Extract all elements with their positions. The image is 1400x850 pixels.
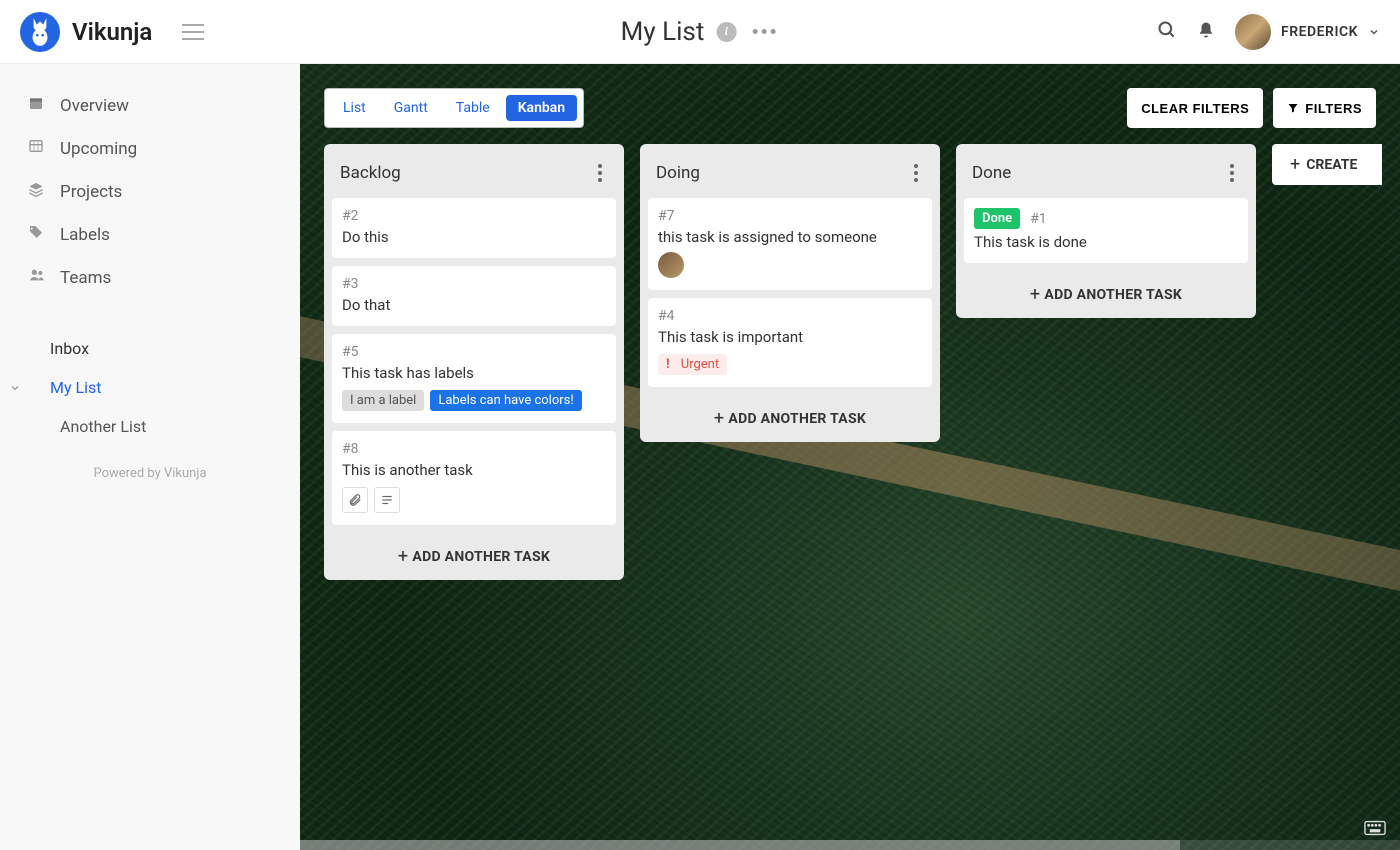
task-label: Labels can have colors! [430,390,581,411]
search-icon[interactable] [1157,20,1177,44]
task-label: I am a label [342,390,424,411]
tab-list[interactable]: List [331,95,378,121]
task-card[interactable]: #3 Do that [332,266,616,326]
more-options-icon[interactable] [748,25,779,38]
sidebar: Overview Upcoming Projects Labels Teams … [0,64,300,850]
sidebar-item-label: Teams [60,268,111,288]
calendar-icon [28,95,46,116]
sidebar-item-label: Labels [60,225,110,245]
sidebar-item-label: My List [30,378,102,397]
task-card[interactable]: #2 Do this [332,198,616,258]
task-id: #4 [658,308,922,324]
task-title: This task has labels [342,364,606,382]
task-id: #3 [342,276,606,292]
layers-icon [28,181,46,202]
sidebar-list-another[interactable]: Another List [0,407,300,446]
task-title: This is another task [342,461,606,479]
logo[interactable]: Vikunja [20,12,152,52]
task-id: #1 [1030,211,1047,227]
task-id: #2 [342,208,606,224]
task-card[interactable]: #7 this task is assigned to someone [648,198,932,290]
tags-icon [28,224,46,245]
sidebar-list-inbox[interactable]: Inbox [0,329,300,368]
column-backlog: Backlog #2 Do this #3 Do that #5 This ta… [324,144,624,580]
bell-icon[interactable] [1197,20,1215,44]
column-title[interactable]: Backlog [340,163,401,183]
attachment-icon [342,487,368,513]
task-title: this task is assigned to someone [658,228,922,246]
create-bucket-button[interactable]: + CREATE [1272,144,1382,185]
horizontal-scrollbar[interactable] [300,840,1400,850]
task-title: This task is done [974,233,1238,251]
sidebar-item-label: Inbox [0,339,89,358]
app-name: Vikunja [72,18,152,46]
tab-kanban[interactable]: Kanban [506,95,577,121]
task-id: #5 [342,344,606,360]
done-badge: Done [974,208,1020,229]
add-task-button[interactable]: +ADD ANOTHER TASK [648,395,932,434]
powered-by-text: Powered by Vikunja [0,466,300,481]
sidebar-item-labels[interactable]: Labels [0,213,300,256]
sidebar-item-label: Overview [60,96,129,116]
menu-toggle-icon[interactable] [182,24,204,40]
task-title: This task is important [658,328,922,346]
add-task-button[interactable]: +ADD ANOTHER TASK [964,271,1248,310]
sidebar-item-teams[interactable]: Teams [0,256,300,299]
username: FREDERICK [1281,24,1358,40]
sidebar-item-label: Projects [60,182,122,202]
column-menu-icon[interactable] [1224,162,1240,184]
app-header: Vikunja My List i FREDERICK [0,0,1400,64]
kanban-columns: Backlog #2 Do this #3 Do that #5 This ta… [324,144,1376,580]
sidebar-item-upcoming[interactable]: Upcoming [0,127,300,170]
sidebar-item-projects[interactable]: Projects [0,170,300,213]
priority-badge: ! Urgent [658,354,727,375]
sidebar-item-overview[interactable]: Overview [0,84,300,127]
task-card[interactable]: Done #1 This task is done [964,198,1248,263]
column-menu-icon[interactable] [908,162,924,184]
info-icon[interactable]: i [716,22,736,42]
users-icon [28,267,46,288]
sidebar-list-mylist[interactable]: My List [0,368,300,407]
column-menu-icon[interactable] [592,162,608,184]
keyboard-icon[interactable] [1364,820,1386,840]
add-task-button[interactable]: +ADD ANOTHER TASK [332,533,616,572]
task-id: #8 [342,441,606,457]
grid-icon [28,138,46,159]
column-title[interactable]: Done [972,163,1011,183]
user-menu[interactable]: FREDERICK [1235,14,1380,50]
view-switcher: List Gantt Table Kanban [324,88,584,128]
assignee-avatar [658,252,684,278]
task-card[interactable]: #4 This task is important ! Urgent [648,298,932,387]
column-done: Done Done #1 This task is done +ADD ANOT… [956,144,1256,318]
tab-gantt[interactable]: Gantt [382,95,440,121]
filters-button-label: FILTERS [1305,101,1362,116]
header-title-group: My List i [621,17,780,47]
column-doing: Doing #7 this task is assigned to someon… [640,144,940,442]
filters-button[interactable]: FILTERS [1273,88,1376,128]
task-title: Do that [342,296,606,314]
sidebar-item-label: Upcoming [60,139,137,159]
sidebar-item-label: Another List [0,417,146,436]
task-id: #7 [658,208,922,224]
logo-icon [20,12,60,52]
task-card[interactable]: #8 This is another task [332,431,616,525]
chevron-down-icon[interactable] [0,382,30,394]
task-title: Do this [342,228,606,246]
task-card[interactable]: #5 This task has labels I am a label Lab… [332,334,616,423]
column-title[interactable]: Doing [656,163,700,183]
chevron-down-icon [1368,26,1380,38]
tab-table[interactable]: Table [444,95,502,121]
avatar [1235,14,1271,50]
board-main: List Gantt Table Kanban CLEAR FILTERS FI… [300,64,1400,850]
filter-icon [1287,102,1299,114]
clear-filters-button[interactable]: CLEAR FILTERS [1127,88,1263,128]
page-title: My List [621,17,705,47]
description-icon [374,487,400,513]
